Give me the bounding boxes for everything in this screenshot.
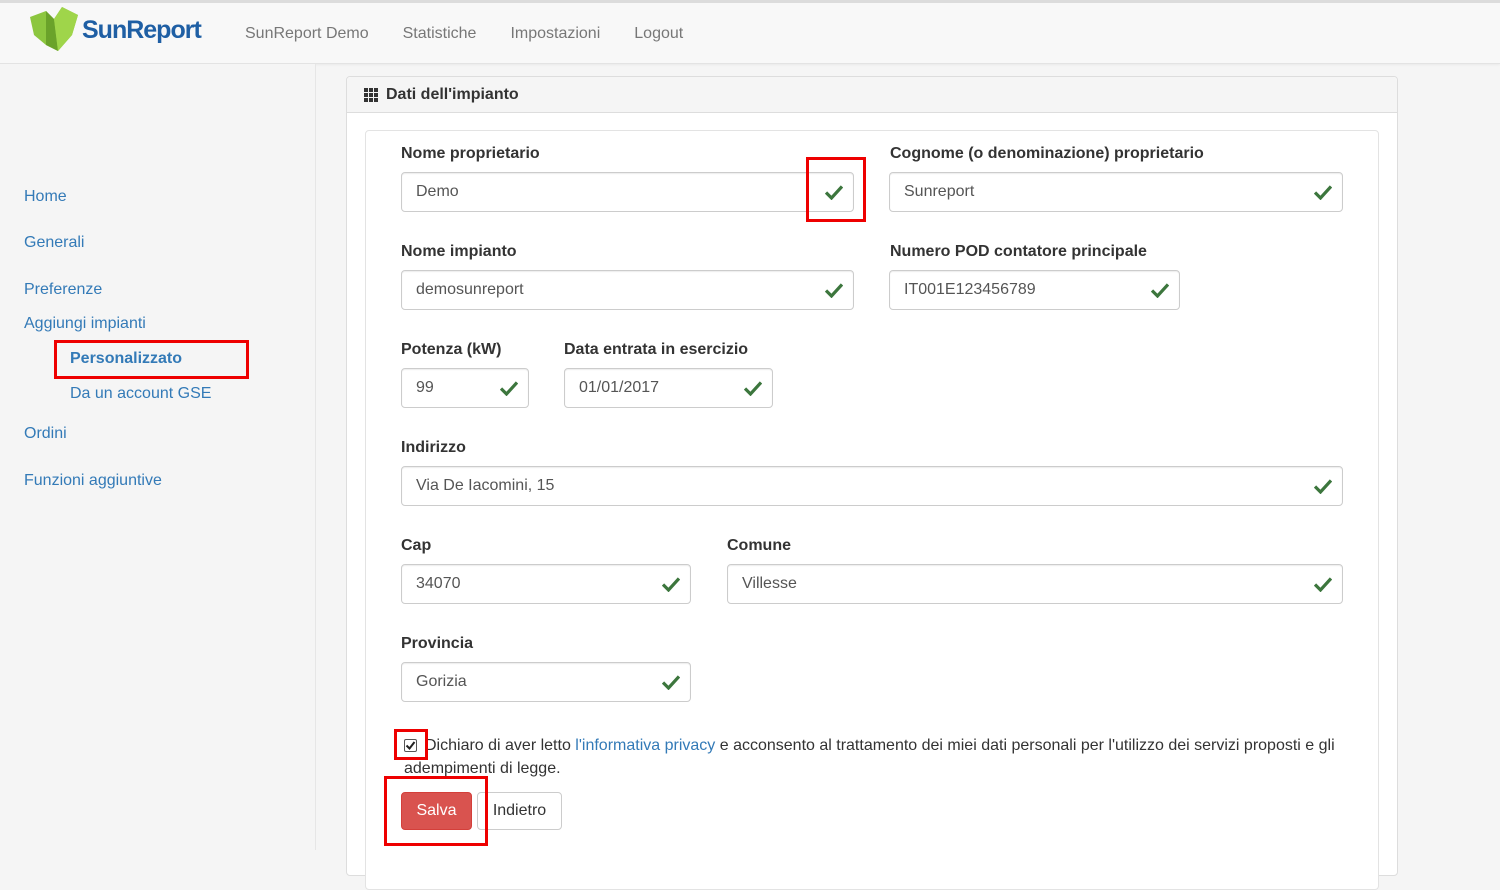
panel-heading: Dati dell'impianto bbox=[347, 77, 1397, 113]
provincia-value: Gorizia bbox=[416, 673, 467, 690]
sunreport-logo-icon bbox=[30, 7, 78, 51]
comune-input[interactable]: Villesse bbox=[727, 564, 1343, 604]
nome-proprietario-value: Demo bbox=[416, 183, 459, 200]
label-nome-proprietario: Nome proprietario bbox=[401, 145, 540, 162]
sidebar-item-ordini[interactable]: Ordini bbox=[24, 425, 67, 443]
sidebar-item-generali[interactable]: Generali bbox=[24, 234, 84, 252]
data-entrata-value: 01/01/2017 bbox=[579, 379, 660, 396]
label-nome-impianto: Nome impianto bbox=[401, 243, 517, 260]
privacy-policy-link[interactable]: l'informativa privacy bbox=[575, 737, 715, 754]
check-icon bbox=[662, 577, 680, 592]
check-icon bbox=[825, 283, 843, 298]
main-nav: SunReport Demo Statistiche Impostazioni … bbox=[228, 3, 700, 64]
label-numero-pod: Numero POD contatore principale bbox=[890, 243, 1147, 260]
numero-pod-value: IT001E123456789 bbox=[904, 281, 1036, 298]
cognome-proprietario-value: Sunreport bbox=[904, 183, 975, 200]
label-data-entrata: Data entrata in esercizio bbox=[564, 341, 749, 358]
numero-pod-input[interactable]: IT001E123456789 bbox=[889, 270, 1180, 310]
check-icon bbox=[825, 185, 843, 200]
sidebar-item-preferenze[interactable]: Preferenze bbox=[24, 281, 102, 299]
check-icon bbox=[500, 381, 518, 396]
nav-statistiche[interactable]: Statistiche bbox=[386, 24, 494, 44]
check-icon bbox=[1314, 479, 1332, 494]
check-icon bbox=[1151, 283, 1169, 298]
potenza-value: 99 bbox=[416, 379, 434, 396]
sidebar-item-home[interactable]: Home bbox=[24, 188, 67, 206]
label-comune: Comune bbox=[727, 537, 791, 554]
sidebar-subitem-personalizzato[interactable]: Personalizzato bbox=[70, 350, 182, 368]
cognome-proprietario-input[interactable]: Sunreport bbox=[889, 172, 1343, 212]
nav-sunreport-demo[interactable]: SunReport Demo bbox=[228, 24, 386, 44]
sidebar: Home Generali Preferenze Aggiungi impian… bbox=[0, 64, 316, 850]
label-cap: Cap bbox=[401, 537, 432, 554]
nome-impianto-value: demosunreport bbox=[416, 281, 524, 298]
top-navbar: SunReport SunReport Demo Statistiche Imp… bbox=[0, 0, 1500, 64]
grid-icon bbox=[364, 87, 378, 102]
comune-value: Villesse bbox=[742, 575, 797, 592]
indirizzo-input[interactable]: Via De Iacomini, 15 bbox=[401, 466, 1343, 506]
brand-logo[interactable]: SunReport bbox=[28, 5, 202, 55]
check-icon bbox=[662, 675, 680, 690]
indirizzo-value: Via De Iacomini, 15 bbox=[416, 477, 555, 494]
brand-name: SunReport bbox=[82, 15, 202, 44]
label-potenza: Potenza (kW) bbox=[401, 341, 502, 358]
check-icon bbox=[1314, 577, 1332, 592]
check-icon bbox=[1314, 185, 1332, 200]
provincia-input[interactable]: Gorizia bbox=[401, 662, 691, 702]
cap-input[interactable]: 34070 bbox=[401, 564, 691, 604]
label-indirizzo: Indirizzo bbox=[401, 439, 466, 456]
sidebar-item-aggiungi-impianti[interactable]: Aggiungi impianti bbox=[24, 315, 146, 333]
data-entrata-input[interactable]: 01/01/2017 bbox=[564, 368, 773, 408]
nav-logout[interactable]: Logout bbox=[617, 24, 700, 44]
panel-title: Dati dell'impianto bbox=[386, 85, 519, 103]
label-provincia: Provincia bbox=[401, 635, 474, 652]
back-button[interactable]: Indietro bbox=[477, 792, 562, 830]
privacy-consent-text: Dichiaro di aver letto l'informativa pri… bbox=[404, 734, 1364, 780]
potenza-input[interactable]: 99 bbox=[401, 368, 529, 408]
cap-value: 34070 bbox=[416, 575, 461, 592]
nav-impostazioni[interactable]: Impostazioni bbox=[493, 24, 617, 44]
sidebar-item-funzioni-aggiuntive[interactable]: Funzioni aggiuntive bbox=[24, 472, 162, 490]
sidebar-subitem-da-account-gse[interactable]: Da un account GSE bbox=[70, 385, 211, 403]
check-icon bbox=[744, 381, 762, 396]
consent-text-before: Dichiaro di aver letto bbox=[425, 737, 576, 754]
save-button[interactable]: Salva bbox=[401, 792, 472, 830]
nome-proprietario-input[interactable]: Demo bbox=[401, 172, 854, 212]
nome-impianto-input[interactable]: demosunreport bbox=[401, 270, 854, 310]
label-cognome-proprietario: Cognome (o denominazione) proprietario bbox=[890, 145, 1204, 162]
